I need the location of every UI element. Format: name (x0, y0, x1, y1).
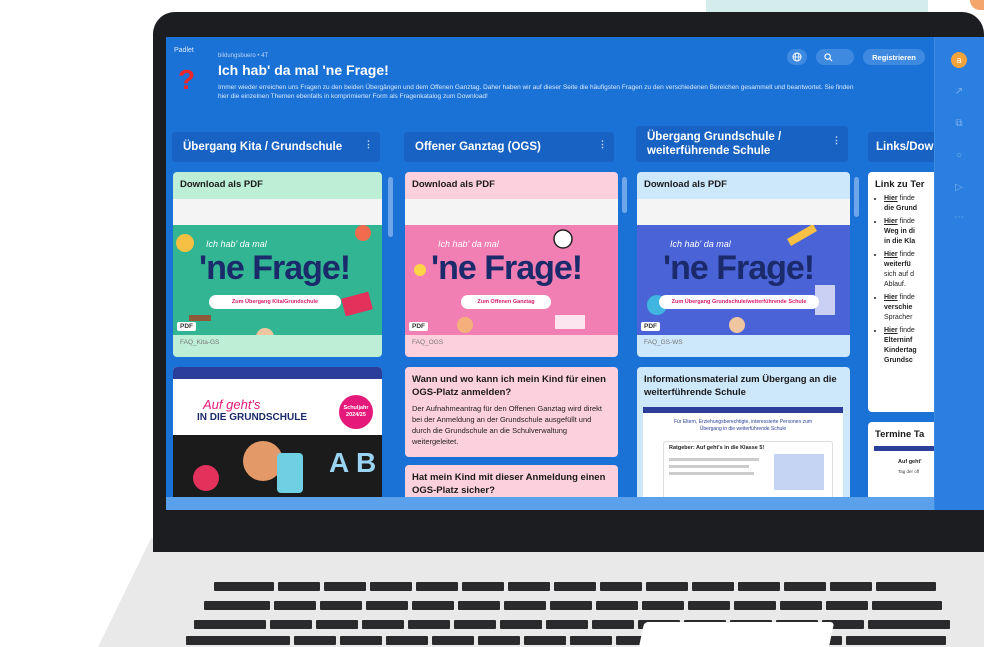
doc-preview[interactable]: Für Eltern, Erziehungsberechtigte, inter… (643, 407, 843, 507)
file-name: FAQ_GS-WS (644, 339, 683, 346)
thumb-pill: Zum Übergang Grundschule/weiterführende … (659, 295, 819, 309)
register-button[interactable]: Registrieren (863, 49, 925, 65)
post-card[interactable]: Download als PDF Ich hab' da mal 'ne Fra… (405, 172, 618, 357)
post-card[interactable]: Download als PDF Ich hab' da mal 'ne Fra… (173, 172, 382, 357)
column-links: Links/Dow (868, 132, 934, 162)
post-title: Link zu Ter (875, 179, 925, 190)
list-item[interactable]: Hier findedie Grund (884, 194, 934, 214)
copy-icon[interactable]: ⧉ (951, 116, 967, 132)
column-heading-label: Übergang Grundschule / weiterführende Sc… (647, 131, 782, 157)
column-scrollbar[interactable] (622, 177, 627, 213)
post-card[interactable]: Auf geht's IN DIE GRUNDSCHULE Schuljahr … (173, 367, 382, 507)
file-type-badge: PDF (641, 322, 660, 331)
laptop-hinge (295, 538, 844, 552)
search-button[interactable] (816, 49, 854, 65)
file-type-badge: PDF (409, 322, 428, 331)
post-title: Informationsmaterial zum Übergang an die… (644, 374, 837, 398)
doc-preview-heading: Für Eltern, Erziehungsberechtigte, inter… (673, 419, 813, 432)
post-card[interactable]: Informationsmaterial zum Übergang an die… (637, 367, 850, 507)
column-scrollbar[interactable] (388, 177, 393, 237)
column-heading[interactable]: Übergang Grundschule / weiterführende Sc… (636, 126, 848, 162)
share-button[interactable] (787, 49, 807, 65)
file-name: FAQ_Kita-GS (180, 339, 220, 346)
search-icon (824, 52, 833, 61)
link-list: Hier findedie Grund Hier findeWeg in dii… (868, 194, 934, 366)
flyer-script: Auf geht's (203, 397, 261, 412)
thumb-slogan: Ich hab' da mal (670, 239, 731, 249)
column-menu-icon[interactable]: ⋮ (832, 133, 841, 147)
column-kita-grundschule: Übergang Kita / Grundschule ⋮ (166, 132, 380, 162)
file-type-badge: PDF (177, 322, 196, 331)
thumb-headline: 'ne Frage! (199, 249, 351, 287)
pdf-thumbnail[interactable]: Ich hab' da mal 'ne Frage! Zum Übergang … (637, 199, 850, 335)
right-sidebar: a ↗ ⧉ ○ ▷ ⋯ (934, 37, 984, 510)
post-card[interactable]: Wann und wo kann ich mein Kind für einen… (405, 367, 618, 457)
column-heading[interactable]: Links/Dow (868, 132, 934, 162)
column-ogs: Offener Ganztag (OGS) ⋮ (404, 132, 618, 162)
thumb-pill: Zum Offenen Ganztag (461, 295, 551, 309)
padlet-brand[interactable]: Padlet (174, 47, 194, 54)
post-card[interactable]: Termine Ta Auf geht' Tag der off (868, 422, 934, 507)
post-card[interactable]: Download als PDF Ich hab' da mal 'ne Fra… (637, 172, 850, 357)
laptop-keyboard (184, 570, 984, 647)
pdf-thumbnail[interactable]: Ich hab' da mal 'ne Frage! Zum Übergang … (173, 199, 382, 335)
breadcrumb[interactable]: bildungsbuero • 4T (218, 53, 268, 59)
key-row (204, 601, 942, 610)
list-item[interactable]: Hier findeElterninfKindertagGrundsc (884, 326, 934, 366)
list-item[interactable]: Hier findeWeg in diin die Kla (884, 217, 934, 247)
column-scrollbar[interactable] (854, 177, 859, 217)
question-mark-icon: ? (178, 64, 196, 95)
list-item[interactable]: Hier findeverschieSpracher (884, 293, 934, 323)
post-title: Wann und wo kann ich mein Kind für einen… (412, 374, 606, 398)
thumb-headline: 'ne Frage! (663, 249, 815, 287)
pdf-thumbnail[interactable]: Ich hab' da mal 'ne Frage! Zum Offenen G… (405, 199, 618, 335)
page-description: Immer wieder erreichen uns Fragen zu den… (218, 84, 854, 100)
page-title: Ich hab' da mal 'ne Frage! (218, 62, 389, 78)
thumb-pill: Zum Übergang Kita/Grundschule (209, 295, 341, 309)
list-item[interactable]: Hier findeweiterfüsich auf dAblauf. (884, 250, 934, 290)
column-menu-icon[interactable]: ⋮ (598, 139, 607, 150)
key-row (194, 620, 950, 629)
file-name: FAQ_OGS (412, 339, 444, 346)
avatar[interactable]: a (951, 52, 967, 68)
post-card[interactable]: Link zu Ter Hier findedie Grund Hier fin… (868, 172, 934, 412)
column-heading[interactable]: Offener Ganztag (OGS) ⋮ (404, 132, 614, 162)
padlet-screen: Padlet bildungsbuero • 4T ? Ich hab' da … (166, 37, 984, 510)
settings-icon[interactable]: ○ (951, 148, 967, 164)
remake-icon[interactable]: ↗ (951, 84, 967, 100)
column-heading-label: Links/Dow (876, 141, 934, 153)
laptop-trackpad (635, 622, 835, 647)
thumb-headline: 'ne Frage! (431, 249, 583, 287)
post-title: Download als PDF (412, 179, 495, 190)
background-shape-accent (970, 0, 984, 10)
slideshow-icon[interactable]: ▷ (951, 180, 967, 196)
key-row (214, 582, 936, 591)
column-heading[interactable]: Übergang Kita / Grundschule ⋮ (172, 132, 380, 162)
post-title: Download als PDF (644, 179, 727, 190)
horizontal-scrollbar[interactable] (166, 497, 934, 510)
column-heading-label: Übergang Kita / Grundschule (183, 141, 343, 153)
flyer-letters: A B (329, 447, 377, 478)
key-row (186, 636, 946, 645)
more-icon[interactable]: ⋯ (951, 210, 967, 226)
column-menu-icon[interactable]: ⋮ (364, 139, 373, 150)
flyer-headline: IN DIE GRUNDSCHULE (197, 412, 308, 423)
column-heading-label: Offener Ganztag (OGS) (415, 141, 541, 153)
laptop-scene: Padlet bildungsbuero • 4T ? Ich hab' da … (0, 0, 984, 647)
column-grundschule-weiterfuehrend: Übergang Grundschule / weiterführende Sc… (636, 126, 850, 162)
post-title: Download als PDF (180, 179, 263, 190)
thumb-slogan: Ich hab' da mal (206, 239, 267, 249)
post-title: Hat mein Kind mit dieser Anmeldung einen… (412, 472, 606, 496)
thumb-slogan: Ich hab' da mal (438, 239, 499, 249)
flyer-band (173, 367, 382, 379)
doc-preview-sub: Ratgeber: Auf geht's in die Klasse 5! (669, 445, 765, 451)
flyer-badge: Schuljahr 2024/25 (339, 395, 373, 429)
post-body: Der Aufnahmeantrag für den Offenen Ganzt… (412, 404, 602, 446)
post-title: Termine Ta (875, 429, 925, 440)
globe-icon (792, 52, 802, 62)
